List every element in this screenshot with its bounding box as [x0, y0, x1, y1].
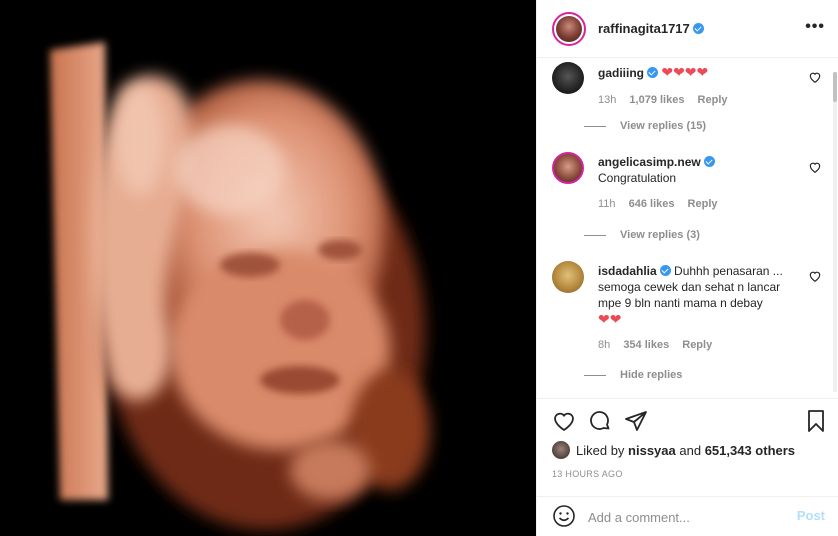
commenter-avatar[interactable]	[552, 152, 584, 184]
replies-divider	[584, 125, 606, 127]
comment-item: isdadahlia Duhhh penasaran ... semoga ce…	[552, 261, 822, 371]
commenter-username[interactable]: gadiiing	[598, 66, 644, 80]
reply-button[interactable]: Reply	[682, 339, 712, 351]
view-replies-label: View replies (15)	[620, 120, 707, 132]
like-heart-icon[interactable]	[552, 409, 576, 433]
likes-count[interactable]: 651,343 others	[705, 443, 795, 458]
hide-replies-label: Hide replies	[620, 369, 683, 381]
hide-replies-button[interactable]: Hide replies	[584, 369, 682, 381]
reply-button[interactable]: Reply	[688, 198, 718, 210]
scrollbar-thumb[interactable]	[833, 72, 837, 102]
replies-divider	[584, 374, 606, 376]
view-replies-button[interactable]: View replies (15)	[584, 120, 706, 132]
comment-text: ❤❤❤❤	[661, 64, 709, 80]
share-paper-plane-icon[interactable]	[624, 409, 648, 433]
author-avatar[interactable]	[552, 11, 586, 46]
comment-likes[interactable]: 1,079 likes	[629, 94, 684, 106]
comment-body: gadiiing ❤❤❤❤	[598, 64, 788, 81]
verified-badge-icon	[692, 23, 704, 34]
comments-scrollbar[interactable]	[833, 72, 837, 392]
verified-badge-icon	[659, 265, 671, 276]
liked-by: Liked by nissyaa and 651,343 others	[552, 441, 795, 459]
post-header: raffinagita1717 •••	[537, 0, 838, 58]
ultrasound-image	[0, 0, 536, 536]
comment-like-heart-icon[interactable]	[808, 160, 822, 174]
view-replies-label: View replies (3)	[620, 229, 700, 241]
comment-like-heart-icon[interactable]	[808, 70, 822, 84]
post-timestamp[interactable]: 13 HOURS AGO	[552, 469, 623, 479]
comment-hearts: ❤❤	[598, 311, 622, 327]
comment-time[interactable]: 11h	[598, 198, 616, 210]
comment-meta: 13h 1,079 likes Reply	[598, 94, 738, 106]
save-bookmark-icon[interactable]	[804, 409, 828, 433]
liked-by-and: and	[679, 442, 702, 458]
view-replies-button[interactable]: View replies (3)	[584, 229, 700, 241]
liked-by-prefix: Liked by	[576, 442, 625, 458]
liker-avatar[interactable]	[552, 441, 570, 459]
emoji-icon[interactable]	[552, 504, 576, 528]
verified-badge-icon	[647, 67, 658, 78]
comment-text: Congratulation	[598, 171, 677, 185]
verified-badge-icon	[703, 156, 715, 167]
comment-time[interactable]: 8h	[598, 339, 610, 351]
liker-username[interactable]: nissyaa	[628, 443, 676, 458]
comment-bubble-icon[interactable]	[588, 409, 612, 433]
author-username[interactable]: raffinagita1717	[598, 21, 704, 36]
comment-time[interactable]: 13h	[598, 94, 616, 106]
comment-meta: 11h 646 likes Reply	[598, 198, 728, 210]
post-media[interactable]	[0, 0, 536, 536]
comments-list: gadiiing ❤❤❤❤ 13h 1,079 likes Reply View…	[537, 58, 838, 398]
add-comment-bar: Post	[537, 496, 838, 536]
post-actions: Liked by nissyaa and 651,343 others 13 H…	[537, 398, 838, 496]
comment-body: angelicasimp.new Congratulation	[598, 154, 788, 186]
comment-item: angelicasimp.new Congratulation 11h 646 …	[552, 152, 822, 232]
post-sidebar: raffinagita1717 ••• gadiiing ❤❤❤❤ 13h 1,…	[536, 0, 838, 536]
comment-likes[interactable]: 646 likes	[629, 198, 675, 210]
instagram-post-view: raffinagita1717 ••• gadiiing ❤❤❤❤ 13h 1,…	[0, 0, 838, 536]
comment-input[interactable]	[588, 507, 788, 527]
commenter-username[interactable]: isdadahlia	[598, 264, 657, 278]
comment-like-heart-icon[interactable]	[808, 269, 822, 283]
comment-body: isdadahlia Duhhh penasaran ... semoga ce…	[598, 263, 788, 328]
more-options-icon[interactable]: •••	[805, 18, 825, 36]
commenter-avatar[interactable]	[552, 261, 584, 293]
commenter-username[interactable]: angelicasimp.new	[598, 155, 701, 169]
reply-button[interactable]: Reply	[698, 94, 728, 106]
post-comment-button[interactable]: Post	[797, 508, 825, 523]
replies-divider	[584, 234, 606, 236]
comment-likes[interactable]: 354 likes	[623, 339, 669, 351]
commenter-avatar[interactable]	[552, 62, 584, 94]
comment-meta: 8h 354 likes Reply	[598, 339, 722, 351]
